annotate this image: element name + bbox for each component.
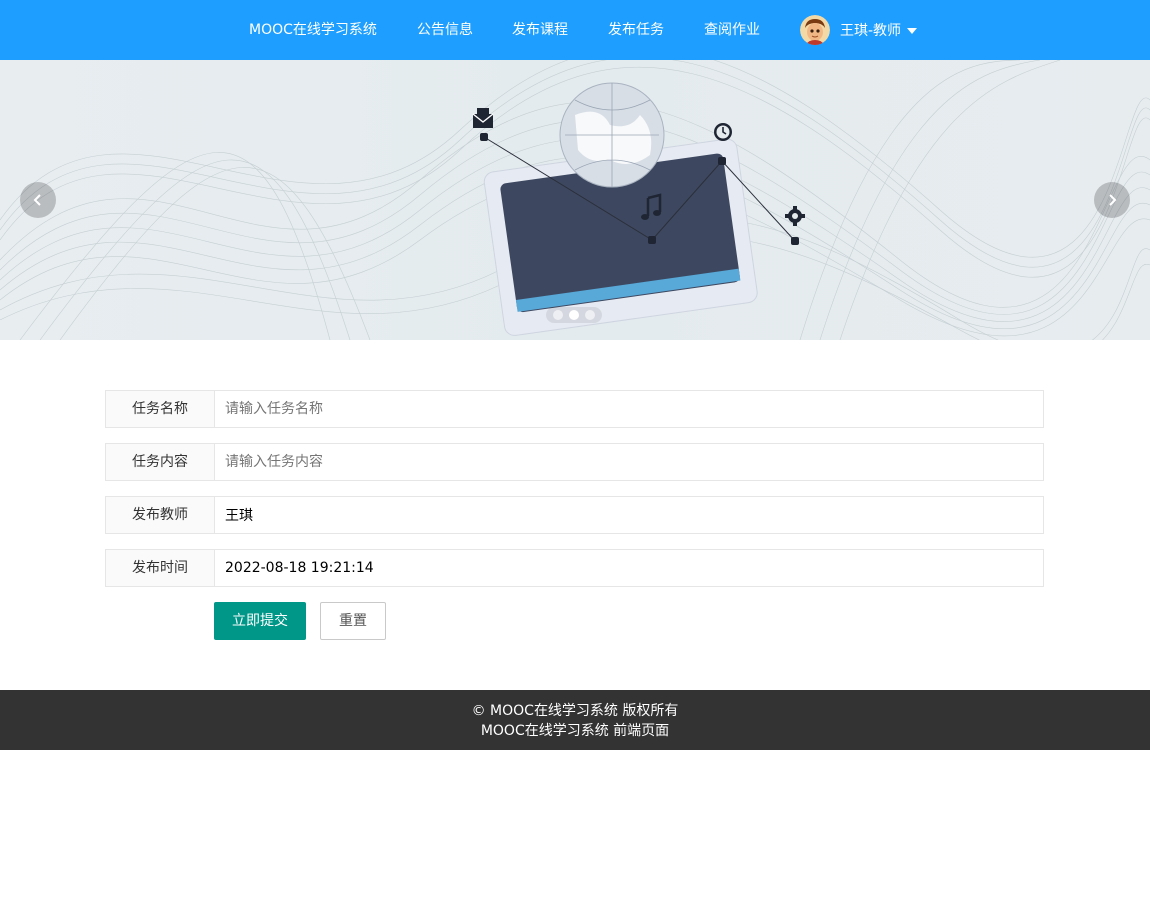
carousel-dot-3[interactable] — [585, 310, 595, 320]
nav-item-publish-course[interactable]: 发布课程 — [512, 0, 568, 60]
task-content-input[interactable] — [215, 444, 1043, 480]
task-content-label: 任务内容 — [106, 444, 215, 480]
avatar — [800, 15, 830, 45]
carousel-next-button[interactable] — [1094, 182, 1130, 218]
nav-item-review-homework[interactable]: 查阅作业 — [704, 0, 760, 60]
task-content-row: 任务内容 — [105, 443, 1044, 481]
carousel-indicators — [546, 307, 602, 323]
reset-button[interactable]: 重置 — [320, 602, 386, 640]
teacher-row: 发布教师 — [105, 496, 1044, 534]
publish-time-input[interactable] — [215, 550, 1043, 586]
footer-subtitle: MOOC在线学习系统 前端页面 — [480, 723, 670, 739]
caret-down-icon — [907, 28, 918, 34]
chevron-left-icon — [33, 194, 41, 206]
footer: © MOOC在线学习系统 版权所有 MOOC在线学习系统 前端页面 — [0, 690, 1150, 750]
top-nav: MOOC在线学习系统 公告信息 发布课程 发布任务 查阅作业 王琪-教师 — [0, 0, 1150, 60]
carousel-dot-2[interactable] — [569, 310, 579, 320]
task-name-input[interactable] — [215, 391, 1043, 427]
submit-button[interactable]: 立即提交 — [214, 602, 306, 640]
teacher-label: 发布教师 — [106, 497, 215, 533]
user-name: 王琪-教师 — [840, 23, 902, 39]
nav-item-publish-task[interactable]: 发布任务 — [608, 0, 664, 60]
carousel-dot-1[interactable] — [553, 310, 563, 320]
carousel-prev-button[interactable] — [20, 182, 56, 218]
task-name-row: 任务名称 — [105, 390, 1044, 428]
nav-item-notice[interactable]: 公告信息 — [417, 0, 473, 60]
chevron-right-icon — [1109, 194, 1117, 206]
publish-time-label: 发布时间 — [106, 550, 215, 586]
teacher-input[interactable] — [215, 497, 1043, 533]
banner-carousel — [0, 60, 1150, 340]
user-menu[interactable]: 王琪-教师 — [800, 0, 918, 60]
banner-illustration — [0, 60, 1150, 340]
footer-copyright: © MOOC在线学习系统 版权所有 — [471, 703, 679, 719]
task-name-label: 任务名称 — [106, 391, 215, 427]
publish-time-row: 发布时间 — [105, 549, 1044, 587]
nav-brand[interactable]: MOOC在线学习系统 — [249, 0, 377, 60]
